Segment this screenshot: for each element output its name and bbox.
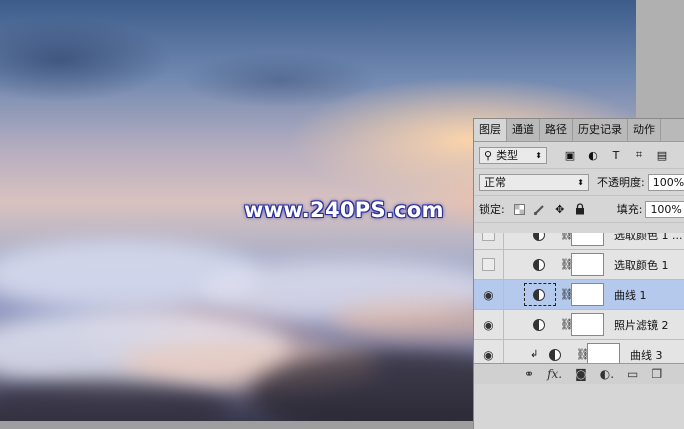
layer-row[interactable]: ◉ ⛓ 照片滤镜 2 [474, 310, 684, 340]
lock-brush-icon[interactable] [533, 202, 547, 216]
visibility-toggle[interactable] [474, 250, 504, 279]
layer-row[interactable]: ⛓ 选取颜色 1 [474, 250, 684, 280]
pixel-filter-icon[interactable]: ▣ [563, 148, 577, 162]
layer-mask-thumbnail[interactable] [571, 313, 604, 336]
filter-kind-label: 类型 [496, 149, 519, 162]
chevron-updown-icon: ⬍ [577, 177, 584, 187]
fill-value: 100% [650, 202, 682, 216]
shape-filter-icon[interactable]: ⌗ [632, 148, 646, 162]
clip-arrow-icon: ↲ [530, 349, 539, 360]
visibility-toggle[interactable] [474, 233, 504, 249]
lock-move-icon[interactable]: ✥ [553, 202, 567, 216]
tab-actions[interactable]: 动作 [628, 119, 661, 141]
eye-icon: ◉ [483, 287, 494, 302]
type-filter-icon[interactable]: T [609, 148, 623, 162]
layer-name[interactable]: 选取颜色 1 ... [614, 233, 682, 243]
smart-object-filter-icon[interactable]: ▤ [655, 148, 669, 162]
watermark-text: www.240PS.com [244, 198, 444, 222]
tab-paths[interactable]: 路径 [540, 119, 573, 141]
adjustment-layer-icon [533, 233, 545, 241]
visibility-toggle[interactable]: ◉ [474, 340, 504, 363]
layer-name[interactable]: 照片滤镜 2 [614, 317, 669, 333]
blend-row: 正常 ⬍ 不透明度: 100% [474, 169, 684, 196]
lock-row: 锁定: ✥ 填充: 100% [474, 196, 684, 223]
visibility-toggle[interactable]: ◉ [474, 310, 504, 339]
layer-mask-thumbnail[interactable] [571, 233, 604, 246]
tab-channels[interactable]: 通道 [507, 119, 540, 141]
visibility-off-box [482, 258, 495, 271]
layer-name[interactable]: 曲线 3 [630, 347, 663, 363]
tab-history[interactable]: 历史记录 [573, 119, 628, 141]
new-layer-icon[interactable]: ❐ [651, 367, 662, 381]
layers-list: ⛓ 选取颜色 1 ... ⛓ 选取颜色 1 ◉ ⛓ 曲线 1 ◉ ⛓ 照片滤镜 … [474, 233, 684, 363]
opacity-label: 不透明度: [597, 176, 645, 189]
new-group-icon[interactable]: ▭ [627, 367, 638, 381]
visibility-off-box [482, 233, 495, 241]
search-icon: ⚲ [484, 148, 493, 162]
chevron-updown-icon: ⬍ [535, 150, 542, 160]
adjustment-layer-icon [549, 348, 561, 361]
filter-row: ⚲ 类型 ⬍ ▣ ◐ T ⌗ ▤ [474, 142, 684, 169]
layer-name[interactable]: 曲线 1 [614, 287, 647, 303]
fx-icon[interactable]: fx. [547, 367, 562, 381]
opacity-value: 100% [652, 175, 684, 189]
lock-label: 锁定: [479, 203, 505, 216]
blend-mode-value: 正常 [484, 176, 506, 189]
lock-transparent-icon[interactable] [513, 202, 527, 216]
layer-mask-thumbnail[interactable] [571, 253, 604, 276]
panel-tabs: 图层 通道 路径 历史记录 动作 [474, 119, 684, 142]
new-adjustment-icon[interactable]: ◐. [600, 367, 614, 381]
layer-mask-thumbnail[interactable] [571, 283, 604, 306]
layer-name[interactable]: 选取颜色 1 [614, 257, 669, 273]
tab-layers[interactable]: 图层 [474, 119, 507, 141]
layer-row[interactable]: ◉ ↲ ⛓ 曲线 3 [474, 340, 684, 363]
fill-label: 填充: [616, 203, 643, 216]
lock-all-icon[interactable] [573, 202, 587, 216]
adjustment-layer-icon [533, 258, 545, 271]
layers-panel: 图层 通道 路径 历史记录 动作 ⚲ 类型 ⬍ ▣ ◐ T ⌗ ▤ 正常 ⬍ 不… [473, 118, 684, 429]
link-layers-icon[interactable]: ⚭ [524, 367, 534, 381]
opacity-input[interactable]: 100% [647, 173, 684, 191]
blend-mode-select[interactable]: 正常 ⬍ [479, 173, 589, 191]
panel-bottom-bar: ⚭ fx. ◙ ◐. ▭ ❐ [474, 363, 684, 384]
layer-mask-thumbnail[interactable] [587, 343, 620, 363]
layer-row-selected[interactable]: ◉ ⛓ 曲线 1 [474, 280, 684, 310]
layer-row[interactable]: ⛓ 选取颜色 1 ... [474, 233, 684, 250]
eye-icon: ◉ [483, 347, 494, 362]
adjustment-layer-icon [533, 318, 545, 331]
adjustment-layer-icon [533, 288, 545, 301]
add-mask-icon[interactable]: ◙ [575, 367, 587, 381]
filter-kind-select[interactable]: ⚲ 类型 ⬍ [479, 146, 547, 164]
visibility-toggle[interactable]: ◉ [474, 280, 504, 309]
eye-icon: ◉ [483, 317, 494, 332]
adjustment-filter-icon[interactable]: ◐ [586, 148, 600, 162]
fill-input[interactable]: 100% [645, 200, 684, 218]
